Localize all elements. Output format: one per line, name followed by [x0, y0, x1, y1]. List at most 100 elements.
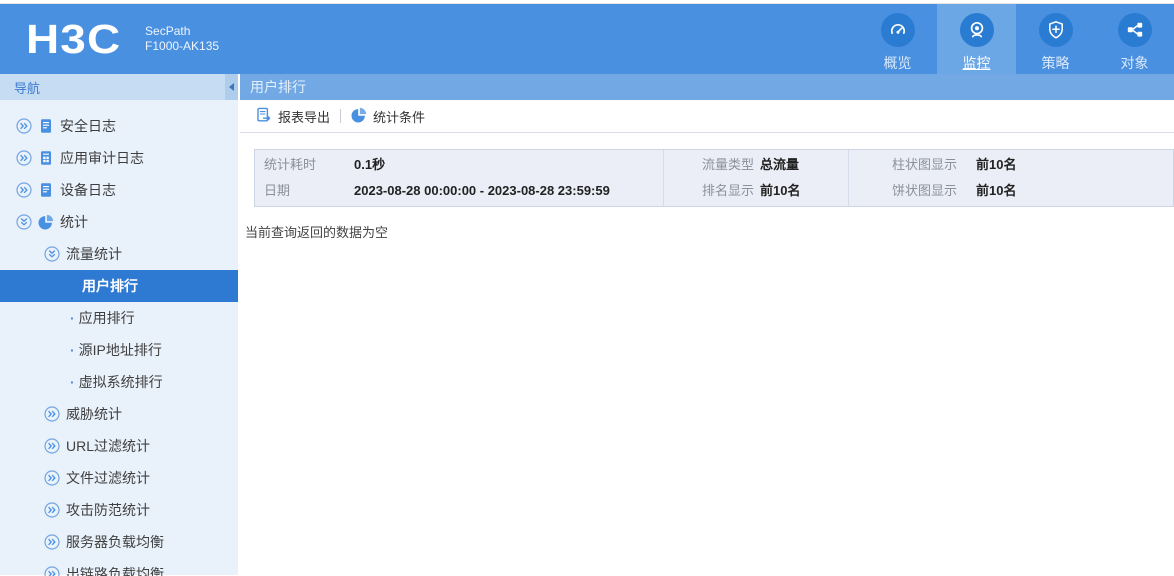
chevrons-right-circle-icon[interactable] — [16, 182, 32, 198]
sidebar-item-app-audit-log[interactable]: 应用审计日志 — [0, 142, 238, 174]
sidebar-item-label: 文件过滤统计 — [66, 470, 150, 486]
summary-value: 前10名 — [976, 157, 1017, 172]
summary-label: 排名显示 — [702, 183, 755, 198]
sidebar-item-file-filter-stats[interactable]: 文件过滤统计 — [0, 462, 238, 494]
summary-value: 前10名 — [760, 183, 801, 198]
chevrons-down-circle-icon[interactable] — [16, 214, 32, 230]
sidebar-item-label: 设备日志 — [60, 182, 116, 198]
summary-value: 前10名 — [976, 183, 1017, 198]
sidebar-item-server-load-balance[interactable]: 服务器负载均衡 — [0, 526, 238, 558]
chevrons-right-circle-icon[interactable] — [44, 438, 60, 454]
header-tabs: 概览 监控 策略 对象 — [858, 4, 1174, 74]
sidebar-item-statistics[interactable]: 统计 — [0, 206, 238, 238]
sidebar-item-app-ranking[interactable]: · 应用排行 — [0, 302, 238, 334]
bullet-icon: · — [70, 310, 75, 326]
tab-label: 概览 — [883, 55, 912, 71]
sidebar-item-label: 威胁统计 — [66, 406, 122, 422]
summary-column: 统计耗时 0.1秒日期 2023-08-28 00:00:00 - 2023-08-… — [255, 150, 663, 206]
sidebar-item-label: 应用排行 — [78, 310, 135, 326]
sidebar-item-url-filter-stats[interactable]: URL过滤统计 — [0, 430, 238, 462]
tab-overview[interactable]: 概览 — [858, 4, 937, 74]
summary-cell: 流量类型 总流量 — [702, 158, 848, 172]
summary-column: 流量类型 总流量 排名显示 前10名 — [663, 150, 848, 206]
summary-label: 日期 — [264, 183, 291, 198]
product-line2: F1000-AK135 — [145, 39, 220, 53]
sidebar-item-label: 源IP地址排行 — [78, 342, 162, 358]
chevrons-right-circle-icon[interactable] — [16, 118, 32, 134]
sidebar-item-label: URL过滤统计 — [66, 438, 151, 454]
page-title: 用户排行 — [240, 74, 1174, 100]
pie-chart-icon — [38, 214, 54, 230]
sidebar-item-label: 出链路负载均衡 — [66, 566, 164, 576]
h3c-logo: H3C — [26, 15, 122, 62]
stat-conditions-button[interactable]: 统计条件 — [341, 107, 435, 126]
summary-value: 0.1秒 — [354, 157, 386, 172]
export-report-icon — [256, 107, 272, 126]
summary-cell: 饼状图显示 前10名 — [892, 184, 1173, 198]
sidebar-collapse-button[interactable] — [225, 74, 238, 100]
doc-grid-icon — [38, 150, 54, 166]
sidebar-item-label: 攻击防范统计 — [66, 502, 150, 518]
summary-label: 流量类型 — [702, 157, 755, 172]
chevrons-right-circle-icon[interactable] — [16, 150, 32, 166]
sidebar-item-traffic-stats[interactable]: 流量统计 — [0, 238, 238, 270]
sidebar-items: 安全日志 应用审计日志 设备日志 统计 流量统计 用户排行 · 应用排行 · 源IP地址排行 · 虚拟… — [0, 110, 238, 576]
toolbar-button-label: 统计条件 — [373, 109, 426, 125]
summary-cell: 排名显示 前10名 — [702, 184, 848, 198]
export-report-button[interactable]: 报表导出 — [246, 107, 340, 126]
main-area: 用户排行 报表导出 统计条件 统计耗时 0.1秒日期 2023-08-28 00:00… — [240, 74, 1174, 575]
pie-chart-icon — [351, 107, 367, 126]
summary-panel: 统计耗时 0.1秒日期 2023-08-28 00:00:00 - 2023-08-… — [254, 149, 1174, 207]
toolbar: 报表导出 统计条件 — [240, 100, 1174, 133]
sidebar-item-label: 服务器负载均衡 — [66, 534, 164, 550]
tab-objects[interactable]: 对象 — [1095, 4, 1174, 74]
product-line1: SecPath — [145, 24, 191, 38]
sidebar-item-label: 流量统计 — [66, 246, 122, 262]
summary-label: 柱状图显示 — [892, 157, 958, 172]
sidebar-item-label: 虚拟系统排行 — [78, 374, 163, 390]
summary-cell: 日期 2023-08-28 00:00:00 - 2023-08-28 23:59… — [264, 184, 663, 198]
chevrons-right-circle-icon[interactable] — [44, 406, 60, 422]
chevrons-down-circle-icon[interactable] — [44, 246, 60, 262]
chevrons-right-circle-icon[interactable] — [44, 470, 60, 486]
collapse-left-icon — [229, 83, 234, 91]
tab-label: 对象 — [1120, 55, 1149, 71]
sidebar-item-security-log[interactable]: 安全日志 — [0, 110, 238, 142]
sidebar-item-attack-prevention-stats[interactable]: 攻击防范统计 — [0, 494, 238, 526]
summary-cell: 柱状图显示 前10名 — [892, 158, 1173, 172]
bullet-icon: · — [70, 342, 75, 358]
sidebar-item-user-ranking[interactable]: 用户排行 — [0, 270, 238, 302]
chevrons-right-circle-icon[interactable] — [44, 566, 60, 576]
tab-monitor[interactable]: 监控 — [937, 4, 1016, 74]
sidebar-title: 导航 — [14, 80, 41, 96]
sidebar-item-outbound-link-load-balance[interactable]: 出链路负载均衡 — [0, 558, 238, 576]
sidebar-item-device-log[interactable]: 设备日志 — [0, 174, 238, 206]
sidebar-item-threat-stats[interactable]: 威胁统计 — [0, 398, 238, 430]
summary-label: 统计耗时 — [264, 157, 317, 172]
sidebar-title-bar: 导航 — [0, 74, 238, 100]
summary-value: 2023-08-28 00:00:00 - 2023-08-28 23:59:5… — [354, 183, 610, 198]
sidebar-item-label: 安全日志 — [60, 118, 116, 134]
empty-message: 当前查询返回的数据为空 — [245, 225, 389, 240]
sidebar-item-label: 用户排行 — [82, 278, 138, 294]
sidebar-item-label: 应用审计日志 — [60, 150, 144, 166]
sidebar-item-source-ip-ranking[interactable]: · 源IP地址排行 — [0, 334, 238, 366]
product-name: SecPath F1000-AK135 — [145, 24, 219, 54]
log-doc-icon — [38, 118, 54, 134]
bullet-icon: · — [70, 374, 75, 390]
chevrons-right-circle-icon[interactable] — [44, 534, 60, 550]
gauge-icon — [880, 13, 915, 47]
sidebar-item-label: 统计 — [60, 214, 88, 230]
summary-label: 饼状图显示 — [892, 183, 958, 198]
tab-policy[interactable]: 策略 — [1016, 4, 1095, 74]
log-doc-icon — [38, 182, 54, 198]
toolbar-button-label: 报表导出 — [278, 109, 331, 125]
share-icon — [1117, 13, 1152, 47]
sidebar: 导航 安全日志 应用审计日志 设备日志 统计 流量统计 用户排行 · 应用排行 · 源IP地址排行… — [0, 74, 240, 576]
summary-column: 柱状图显示 前10名 饼状图显示 前10名 — [848, 150, 1173, 206]
sidebar-item-virtual-system-ranking[interactable]: · 虚拟系统排行 — [0, 366, 238, 398]
summary-cell: 统计耗时 0.1秒 — [264, 158, 663, 172]
webcam-icon — [959, 13, 994, 47]
chevrons-right-circle-icon[interactable] — [44, 502, 60, 518]
shield-plus-icon — [1038, 13, 1073, 47]
